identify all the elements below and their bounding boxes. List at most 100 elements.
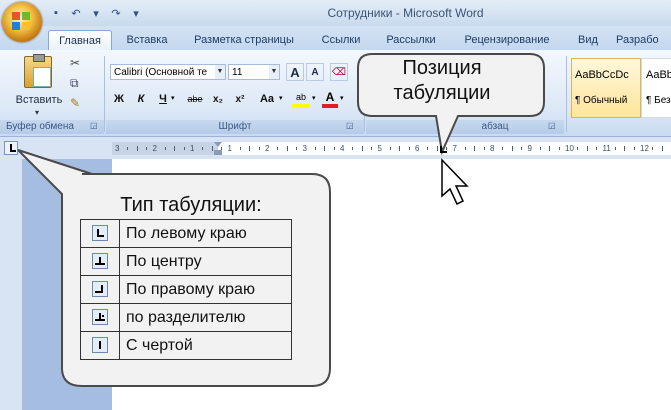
hanging-indent-marker-icon[interactable]	[214, 150, 222, 155]
ruler-number: 8	[490, 144, 495, 153]
tab-bar-icon	[92, 337, 108, 354]
paragraph-dialog-launcher-icon[interactable]: ◲	[548, 121, 556, 130]
tab-selector-button[interactable]	[4, 141, 18, 155]
ruler-tick	[239, 147, 241, 150]
clipboard-dialog-launcher-icon[interactable]: ◲	[90, 121, 98, 130]
italic-button[interactable]: К	[134, 91, 148, 108]
tab-review[interactable]: Рецензирование	[452, 30, 562, 50]
ruler-tick	[502, 147, 504, 150]
ruler-tick	[211, 146, 213, 151]
tab-view[interactable]: Вид	[570, 30, 606, 50]
style-no-spacing[interactable]: AaBb ¶ Без	[641, 58, 671, 118]
chevron-down-icon[interactable]: ▾	[312, 94, 316, 102]
tab-left-icon	[92, 225, 108, 242]
ruler-tick	[352, 147, 354, 150]
ruler-tick	[436, 146, 438, 151]
table-row: по разделителю	[80, 303, 292, 332]
font-group-label: Шрифт	[106, 120, 364, 134]
style-preview: AaBb	[646, 69, 671, 81]
tab-page-layout[interactable]: Разметка страницы	[186, 30, 302, 50]
ruler-tick	[389, 147, 391, 150]
ruler-tick	[202, 147, 204, 150]
ruler-tick	[361, 146, 363, 151]
font-color-icon[interactable]: A	[322, 91, 338, 108]
tab-right-icon	[92, 281, 108, 298]
clear-formatting-icon[interactable]: ⌫	[330, 63, 348, 81]
font-name-combo[interactable]: Calibri (Основной те ▼	[110, 64, 226, 80]
ruler-tick	[633, 147, 635, 150]
ruler-tick	[586, 146, 588, 151]
tab-position-callout-text: Позиция табуляции	[352, 56, 532, 114]
highlight-color-icon[interactable]: ab	[292, 91, 310, 108]
tab-mailings[interactable]: Рассылки	[378, 30, 444, 50]
ruler-tick	[399, 146, 401, 151]
font-size-value: 11	[232, 67, 243, 78]
shrink-font-icon[interactable]: A	[306, 63, 324, 81]
tab-home[interactable]: Главная	[48, 30, 112, 51]
tab-decimal-icon	[92, 309, 108, 326]
bold-button[interactable]: Ж	[112, 91, 126, 108]
ruler-number: 9	[527, 144, 532, 153]
ruler-tick	[474, 146, 476, 151]
ruler-tick	[164, 147, 166, 150]
ruler-tick	[146, 147, 148, 150]
table-row: С чертой	[80, 331, 292, 360]
font-dialog-launcher-icon[interactable]: ◲	[346, 121, 354, 130]
paragraph-group-label: абзац	[366, 120, 564, 134]
paste-label: Вставить	[15, 94, 63, 106]
ruler-tick	[661, 146, 663, 151]
format-painter-icon[interactable]: ✎	[70, 96, 80, 110]
ruler-tick	[371, 147, 373, 150]
callout-line: табуляции	[393, 82, 491, 104]
tab-developer[interactable]: Разрабо	[616, 30, 671, 50]
table-row: По правому краю	[80, 275, 292, 304]
table-row: По центру	[80, 247, 292, 276]
tab-references[interactable]: Ссылки	[312, 30, 370, 50]
ruler-tick	[286, 146, 288, 151]
ruler-tick	[258, 147, 260, 150]
grow-font-icon[interactable]: A	[286, 63, 304, 81]
tab-insert[interactable]: Вставка	[116, 30, 178, 50]
style-name: ¶ Без	[646, 95, 671, 106]
vertical-ruler	[0, 159, 22, 410]
table-row: По левому краю	[80, 219, 292, 248]
superscript-button[interactable]: x²	[232, 91, 248, 108]
ruler-tick	[183, 147, 185, 150]
paste-button[interactable]: Вставить ▾	[10, 54, 68, 118]
ruler-tick	[249, 146, 251, 151]
style-normal[interactable]: AaBbCcDc ¶ Обычный	[571, 58, 641, 118]
ruler-tick	[136, 146, 138, 151]
office-button[interactable]	[2, 2, 42, 42]
chevron-down-icon[interactable]: ▾	[340, 94, 344, 102]
group-separator	[104, 56, 105, 132]
ruler-tick	[521, 147, 523, 150]
cut-icon[interactable]: ✂	[70, 56, 80, 70]
chevron-down-icon[interactable]: ▾	[279, 94, 283, 102]
ruler-number: 11	[602, 144, 611, 153]
ruler-tick	[596, 147, 598, 150]
ruler-tick	[127, 147, 129, 150]
ruler-number: 1	[227, 144, 232, 153]
horizontal-ruler[interactable]: 3 2 1 1 2 3 4 5 6 7 8 9 10 11 12	[112, 142, 671, 155]
chevron-down-icon: ▼	[215, 65, 225, 79]
ruler-tick	[614, 147, 616, 150]
strikethrough-button[interactable]: abe	[184, 91, 206, 108]
ruler-tick	[558, 147, 560, 150]
underline-button[interactable]: Ч	[156, 91, 170, 108]
chevron-down-icon[interactable]: ▾	[171, 94, 175, 102]
subscript-button[interactable]: x₂	[210, 91, 226, 108]
style-name: ¶ Обычный	[575, 95, 628, 106]
ruler-number: 4	[340, 144, 345, 153]
chevron-down-icon: ▾	[35, 108, 40, 117]
paste-icon	[24, 54, 52, 88]
change-case-button[interactable]: Aa	[256, 91, 278, 108]
copy-icon[interactable]: ⧉	[70, 76, 79, 91]
tab-type-label: С чертой	[119, 331, 292, 360]
indent-marker-icon[interactable]	[214, 142, 222, 147]
ruler-tick	[324, 146, 326, 151]
ruler-number: 7	[452, 144, 457, 153]
ruler-tick	[277, 147, 279, 150]
font-size-combo[interactable]: 11 ▼	[228, 64, 280, 80]
ruler-number: 2	[265, 144, 270, 153]
ruler-tick	[314, 147, 316, 150]
